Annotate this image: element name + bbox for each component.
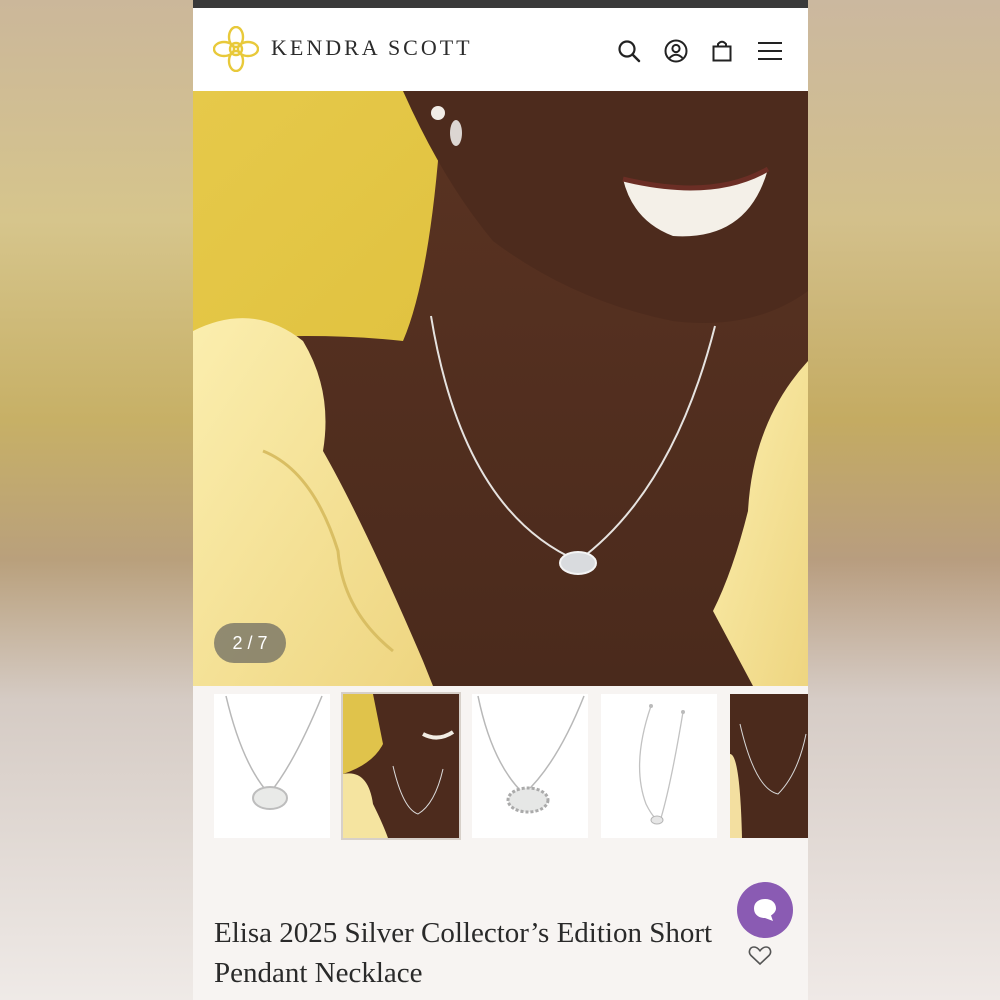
heart-icon[interactable]: [748, 944, 772, 966]
thumbnail-strip: [193, 686, 808, 851]
bag-icon[interactable]: [709, 38, 735, 64]
gallery-counter: 2 / 7: [214, 623, 286, 663]
chat-bubble-icon: [754, 899, 776, 921]
status-bar: [193, 0, 808, 8]
blurred-background-right: [808, 0, 1000, 1000]
chat-button[interactable]: [737, 882, 793, 938]
product-hero-image[interactable]: 2 / 7: [193, 91, 808, 686]
thumbnail-3[interactable]: [472, 694, 588, 838]
phone-screen: KENDRA SCOTT 2 / 7 Elisa 2025 Silver Col…: [193, 0, 808, 1000]
brand-logo-icon[interactable]: [212, 25, 260, 73]
thumbnail-5[interactable]: [730, 694, 808, 838]
brand-name[interactable]: KENDRA SCOTT: [271, 35, 473, 61]
thumbnail-2[interactable]: [341, 692, 461, 840]
site-header: KENDRA SCOTT: [193, 8, 808, 91]
product-title: Elisa 2025 Silver Collector’s Edition Sh…: [214, 917, 713, 989]
search-icon[interactable]: [616, 38, 642, 64]
thumbnail-4[interactable]: [601, 694, 717, 838]
account-icon[interactable]: [663, 38, 689, 64]
thumbnail-1[interactable]: [214, 694, 330, 838]
blurred-background-left: [0, 0, 193, 1000]
menu-icon[interactable]: [757, 38, 783, 64]
